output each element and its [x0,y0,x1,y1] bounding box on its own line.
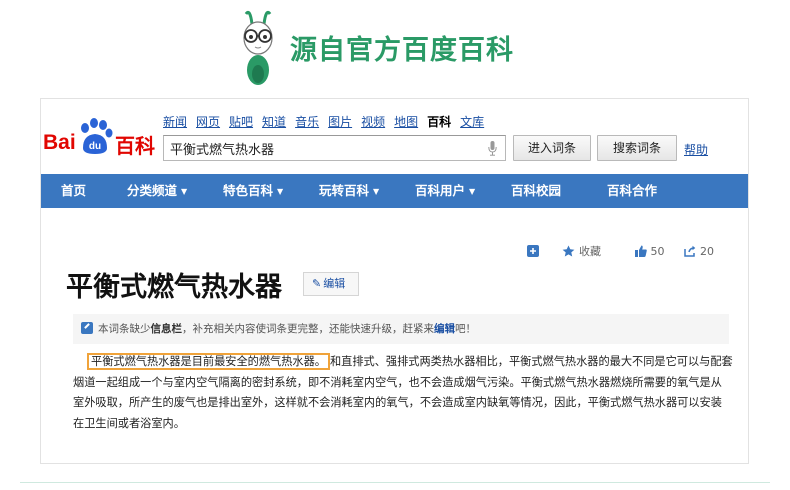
nav-item-play[interactable]: 玩转百科 ▼ [319,174,379,208]
like-button[interactable]: 50 [634,244,665,258]
edit-button[interactable]: ✎ 编辑 [303,272,359,296]
product-link[interactable]: 文库 [460,113,484,130]
nav-item-label: 分类频道 [127,183,178,198]
product-link[interactable]: 知道 [262,113,286,130]
product-link[interactable]: 网页 [196,113,220,130]
notice-edit-link[interactable]: 编辑 [434,323,455,335]
nav-item-featured[interactable]: 特色百科 ▼ [223,174,283,208]
edit-label: 编辑 [323,277,346,290]
logo-bai-text: Bai [43,131,76,154]
share-count: 20 [700,244,714,258]
search-input[interactable] [170,139,470,157]
thumbs-up-icon [634,245,647,257]
nav-item-label: 玩转百科 [319,183,370,198]
logo-baike-text: 百科 [115,134,155,158]
info-notice: 本词条缺少信息栏，补充相关内容使词条更完整，还能快速升级，赶紧来编辑吧！ [73,314,729,344]
product-link[interactable]: 新闻 [163,113,187,130]
highlighted-sentence: 平衡式燃气热水器是目前最安全的燃气热水器。 [87,353,330,370]
collect-button[interactable]: 收藏 [562,243,601,259]
article-content: 收藏 50 20 平衡式燃气热水器 ✎ 编辑 本词条缺少信息栏，补充相关内容使词条… [41,209,748,464]
help-link[interactable]: 帮助 [684,141,708,158]
baike-page-screenshot: Bai du 百科 新闻网页贴吧知道音乐图片视频地图百科文库 进入词条 搜索词条… [40,98,749,464]
dropdown-caret-icon: ▼ [181,187,188,196]
star-icon [562,245,575,257]
baidu-baike-logo[interactable]: Bai du 百科 [43,117,161,158]
microphone-icon[interactable] [488,141,497,156]
dropdown-caret-icon: ▼ [277,187,284,196]
search-entry-button[interactable]: 搜索词条 [597,135,677,161]
search-box [163,135,506,161]
entry-tools: 收藏 50 20 [511,243,714,260]
article-paragraph: 平衡式燃气热水器是目前最安全的燃气热水器。 和直排式、强排式两类热水器相比，平衡式… [73,352,733,434]
product-link[interactable]: 地图 [394,113,418,130]
nav-item-campus[interactable]: 百科校园 [511,174,561,208]
notice-text-pre: 本词条缺少 [98,323,151,335]
plus-box-icon [526,245,539,257]
dropdown-caret-icon: ▼ [469,187,476,196]
notice-text-end: 吧！ [455,323,476,335]
nav-item-label: 百科用户 [415,183,466,198]
nav-item-label: 百科合作 [607,183,658,198]
product-link[interactable]: 音乐 [295,113,319,130]
product-link[interactable]: 图片 [328,113,352,130]
add-button[interactable] [526,245,543,257]
nav-item-label: 特色百科 [223,183,274,198]
product-link[interactable]: 贴吧 [229,113,253,130]
share-button[interactable]: 20 [684,245,714,258]
nav-item-categories[interactable]: 分类频道 ▼ [127,174,187,208]
nav-item-label: 百科校园 [511,183,562,198]
product-link[interactable]: 视频 [361,113,385,130]
product-links: 新闻 网页 贴吧 知道 音乐 图片 视频 地图 百科 文库 [163,113,493,130]
nav-item-cooperation[interactable]: 百科合作 [607,174,657,208]
promo-banner: 源自官方百度百科 [0,0,790,95]
like-count: 50 [650,244,665,258]
nav-item-users[interactable]: 百科用户 ▼ [415,174,475,208]
nav-item-home[interactable]: 首页 [61,174,86,208]
baidu-paw-icon: du [81,118,113,154]
collect-label: 收藏 [579,245,601,258]
bottom-divider [20,482,770,483]
edit-notice-icon [81,322,93,334]
banner-title: 源自官方百度百科 [290,35,514,66]
share-icon [684,245,696,257]
logo-du-text: du [89,141,101,152]
baike-mascot-icon [243,10,273,85]
notice-text-mid: ，补充相关内容使词条更完整，还能快速升级，赶紧来 [182,323,434,335]
enter-entry-button[interactable]: 进入词条 [513,135,591,161]
nav-item-label: 首页 [61,183,87,198]
dropdown-caret-icon: ▼ [373,187,380,196]
article-title: 平衡式燃气热水器 [66,272,282,303]
main-nav-bar: 首页 分类频道 ▼ 特色百科 ▼ 玩转百科 ▼ 百科用户 ▼ 百科校园 百科合作 [41,174,748,208]
notice-text-bold: 信息栏 [150,323,183,335]
product-link-active[interactable]: 百科 [427,113,451,130]
pencil-icon: ✎ [312,277,322,290]
